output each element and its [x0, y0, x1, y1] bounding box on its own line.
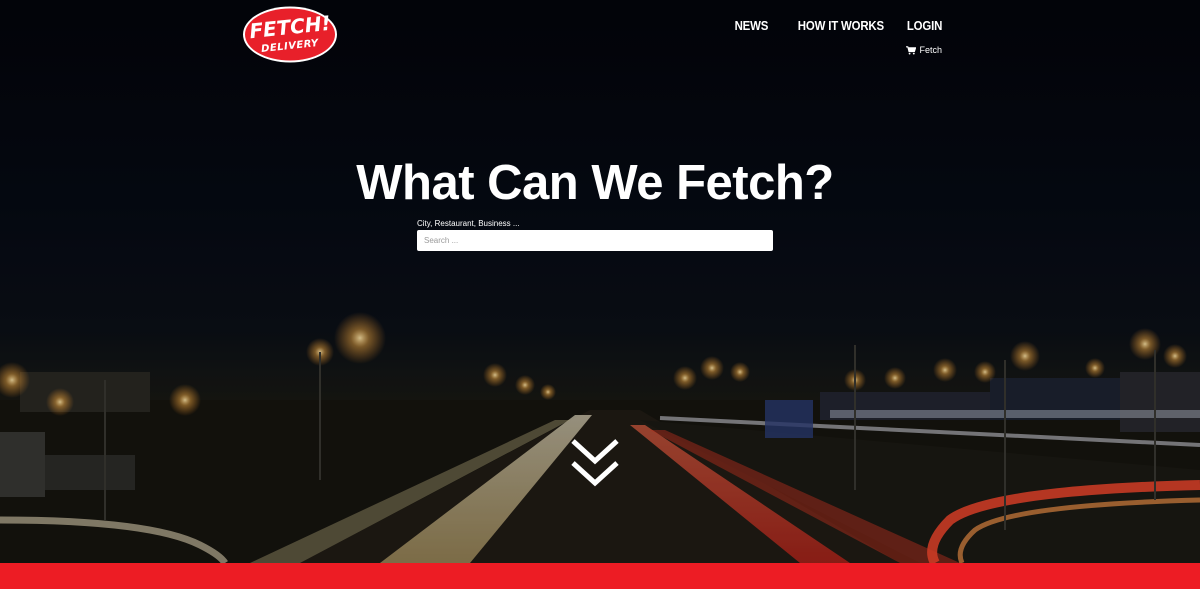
cart-label: Fetch: [919, 45, 942, 55]
search-input[interactable]: [417, 230, 773, 251]
shopping-cart-icon: [906, 45, 917, 54]
scroll-down-button[interactable]: [569, 437, 621, 491]
double-chevron-down-icon: [571, 439, 619, 487]
nav-link-login[interactable]: LOGIN: [907, 18, 943, 33]
hero-title: What Can We Fetch?: [356, 156, 834, 210]
nav-link-how-it-works[interactable]: HOW IT WORKS: [798, 18, 884, 33]
nav-link-news[interactable]: NEWS: [734, 18, 768, 33]
fetch-delivery-logo[interactable]: FETCH! DELIVERY: [241, 5, 339, 64]
cart-link[interactable]: Fetch: [906, 45, 942, 55]
red-footer-band: [0, 563, 1200, 589]
main-nav: NEWS HOW IT WORKS LOGIN: [730, 18, 942, 33]
page: FETCH! DELIVERY NEWS HOW IT WORKS LOGIN …: [0, 0, 1200, 589]
search-label: City, Restaurant, Business ...: [417, 219, 520, 228]
